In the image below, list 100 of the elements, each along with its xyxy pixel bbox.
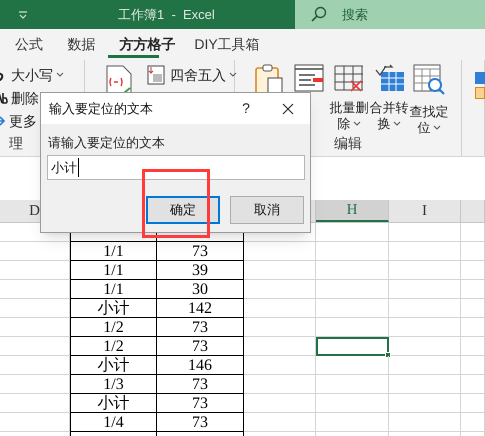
group-label: 编辑: [334, 135, 362, 151]
table-cell: 73: [157, 375, 244, 394]
dialog-button[interactable]: 确定: [146, 196, 220, 224]
help-button[interactable]: ?: [238, 98, 254, 119]
grid-cell: [244, 242, 316, 261]
table-cell: 1/3: [70, 375, 157, 394]
ribbon-tab[interactable]: 数据: [55, 29, 108, 60]
grid-cell: [389, 280, 461, 299]
grid-cell: [461, 242, 485, 261]
grid-cell[interactable]: [316, 299, 389, 318]
grid-cell: [461, 413, 485, 432]
caret-icon: [56, 72, 64, 78]
grid-cell: [461, 261, 485, 280]
ribbon-button[interactable]: 查找定 位: [409, 64, 449, 136]
grid-cell: [0, 413, 70, 432]
caret-icon: [392, 121, 400, 127]
grid-cell: [0, 242, 70, 261]
column-header[interactable]: I: [389, 200, 461, 222]
grid-cell: [389, 299, 461, 318]
find-icon: [413, 64, 445, 96]
ribbon-button[interactable]: 合并转 换: [369, 64, 409, 132]
grid-cell: [389, 356, 461, 375]
table-cell: 73: [157, 318, 244, 337]
grid-cell: [244, 299, 316, 318]
grid-delete-icon: [334, 64, 364, 92]
grid-cell: [389, 337, 461, 356]
grid-cell: [0, 261, 70, 280]
grid-cell[interactable]: [316, 394, 389, 413]
grid-cell[interactable]: [316, 356, 389, 375]
table-cell: 73: [157, 337, 244, 356]
grid-cell: [0, 375, 70, 394]
table-cell: 1/4: [70, 413, 157, 432]
table-cell: 146: [157, 356, 244, 375]
grid-cell: [461, 356, 485, 375]
selected-cell[interactable]: [316, 337, 389, 356]
grid-cell[interactable]: [316, 242, 389, 261]
field-label: 请输入要定位的文本: [48, 135, 166, 151]
caret-icon: [229, 72, 237, 78]
close-icon[interactable]: [282, 102, 294, 114]
ribbon-tab[interactable]: 公式: [3, 29, 55, 60]
grid-cell: [244, 280, 316, 299]
table-cell: 小计: [70, 356, 157, 375]
table-cell: 73: [157, 242, 244, 261]
caret-icon: [432, 125, 440, 131]
grid-cell: [389, 413, 461, 432]
grid-cell: [0, 299, 70, 318]
grid-cell: [389, 223, 461, 242]
caret-icon: [352, 121, 360, 127]
grid-cell: [461, 337, 485, 356]
ribbon-button[interactable]: 大小写: [0, 64, 64, 86]
group-label: 理: [9, 135, 23, 151]
grid-cell: [389, 375, 461, 394]
grid-cell[interactable]: [316, 261, 389, 280]
grid-cell[interactable]: [316, 280, 389, 299]
grid-cell: [389, 394, 461, 413]
grid-cell: [244, 413, 316, 432]
column-header[interactable]: H: [316, 200, 389, 222]
grid-cell: [244, 318, 316, 337]
ribbon-tab[interactable]: DIY工具箱: [187, 29, 267, 60]
grid-cell: [389, 242, 461, 261]
grid-cell: [0, 356, 70, 375]
grid-cell: [0, 394, 70, 413]
ribbon-button[interactable]: 四舍五入: [145, 64, 237, 86]
grid-cell: [244, 337, 316, 356]
table-cell: 73: [157, 413, 244, 432]
grid-cell: [389, 261, 461, 280]
input-field[interactable]: 小计: [47, 155, 305, 180]
grid-cell: [244, 261, 316, 280]
blocks-icon[interactable]: [475, 70, 485, 100]
table-cell: 小计: [70, 394, 157, 413]
table-cell: 1/2: [70, 318, 157, 337]
table-cell: 73: [157, 394, 244, 413]
dialog-title: 输入要定位的文本: [49, 100, 153, 118]
grid-cell: [244, 375, 316, 394]
grid-arrow-icon: [373, 64, 405, 92]
ribbon-tab[interactable]: 方方格子: [108, 29, 187, 60]
table-cell: 30: [157, 280, 244, 299]
search-icon: [311, 6, 327, 22]
grid-cell: [244, 394, 316, 413]
ribbon-button[interactable]: 批量删 除: [329, 64, 369, 132]
grid-cell: [461, 394, 485, 413]
window-title: 工作簿1 - Excel: [118, 6, 216, 24]
table-cell: 1/1: [70, 280, 157, 299]
table-cell: 小计: [70, 299, 157, 318]
table-icon: [145, 64, 167, 86]
table-cell: 142: [157, 299, 244, 318]
grid-cell: [461, 280, 485, 299]
grid-cell[interactable]: [316, 375, 389, 394]
grid-cell[interactable]: [316, 413, 389, 432]
grid-cell: [0, 337, 70, 356]
table-cell: 1/1: [70, 242, 157, 261]
grid-cell: [244, 356, 316, 375]
grid-cell: [461, 318, 485, 337]
grid-cell: [389, 318, 461, 337]
customize-caret-icon[interactable]: [18, 10, 28, 18]
table-cell: 1/1: [70, 261, 157, 280]
grid-cell[interactable]: [316, 318, 389, 337]
grid-cell: [0, 280, 70, 299]
dialog-button[interactable]: 取消: [230, 196, 304, 224]
search-field[interactable]: 搜索: [295, 0, 485, 29]
